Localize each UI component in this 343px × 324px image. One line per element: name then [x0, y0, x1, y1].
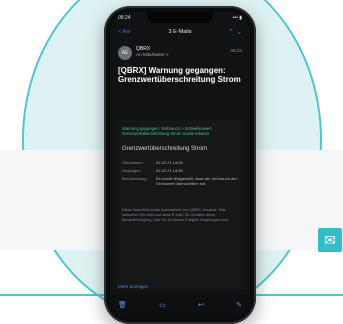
detail-value: Es wurde festgestellt, dass der Verbrauc… — [156, 176, 238, 186]
detail-row: Gekommen 01.02.21 14:00 — [122, 160, 238, 165]
warning-line: Grenzwertüberschreitung Strom wurde erka… — [122, 131, 210, 136]
warning-text: Warnung gegangen: Verbrauch > Schwellenw… — [122, 126, 238, 136]
recipient[interactable]: An Mitarbeiter > — [136, 52, 169, 57]
email-body-card: Warnung gegangen: Verbrauch > Schwellenw… — [116, 120, 244, 290]
compose-icon[interactable]: ✎ — [236, 301, 242, 309]
chevron-up-icon[interactable]: ⌃ — [228, 29, 234, 36]
toolbar-icons: 🗑 ▭ ↩ ✎ — [118, 301, 242, 309]
mail-topbar: < Ale 3 E-Mails ⌃ ⌄ — [110, 26, 250, 40]
more-link[interactable]: Mehr anzeigen — [118, 284, 148, 289]
bottom-toolbar: Mehr anzeigen 🗑 ▭ ↩ ✎ — [110, 284, 250, 318]
detail-key: Gegangen — [122, 168, 141, 173]
status-bar: 08:24 ••• ▮ — [118, 15, 242, 23]
status-icons: ••• ▮ — [232, 15, 242, 21]
phone-mockup: 08:24 ••• ▮ < Ale 3 E-Mails ⌃ ⌄ AE QBRX … — [104, 6, 256, 324]
card-title: Grenzwertüberschreitung Strom — [122, 146, 208, 152]
detail-key: Beschreibung — [122, 176, 147, 181]
email-subject: [QBRX] Warnung gegangen: Grenzwertübersc… — [118, 66, 241, 85]
sender-row: AE QBRX An Mitarbeiter > 08:24 — [118, 45, 242, 61]
trash-icon[interactable]: 🗑 — [118, 301, 127, 309]
detail-value: 01.02.21 14:00 — [156, 160, 183, 165]
detail-value: 01.02.21 14:30 — [156, 168, 183, 173]
message-nav: ⌃ ⌄ — [228, 28, 242, 36]
details-table: Gekommen 01.02.21 14:00 Gegangen 01.02.2… — [122, 160, 238, 189]
chevron-down-icon[interactable]: ⌄ — [236, 29, 242, 36]
detail-row: Beschreibung Es wurde festgestellt, dass… — [122, 176, 238, 186]
folder-icon[interactable]: ▭ — [159, 301, 166, 309]
reply-icon[interactable]: ↩ — [198, 301, 204, 309]
avatar: AE — [118, 46, 132, 60]
detail-key: Gekommen — [122, 160, 143, 165]
detail-row: Gegangen 01.02.21 14:30 — [122, 168, 238, 173]
phone-screen: 08:24 ••• ▮ < Ale 3 E-Mails ⌃ ⌄ AE QBRX … — [110, 12, 250, 318]
footer-text: Diese Nachricht wurde automatisch von QB… — [122, 208, 230, 222]
mail-icon: ✉ — [318, 228, 342, 252]
message-time: 08:24 — [230, 48, 243, 53]
status-time: 08:24 — [118, 15, 131, 21]
